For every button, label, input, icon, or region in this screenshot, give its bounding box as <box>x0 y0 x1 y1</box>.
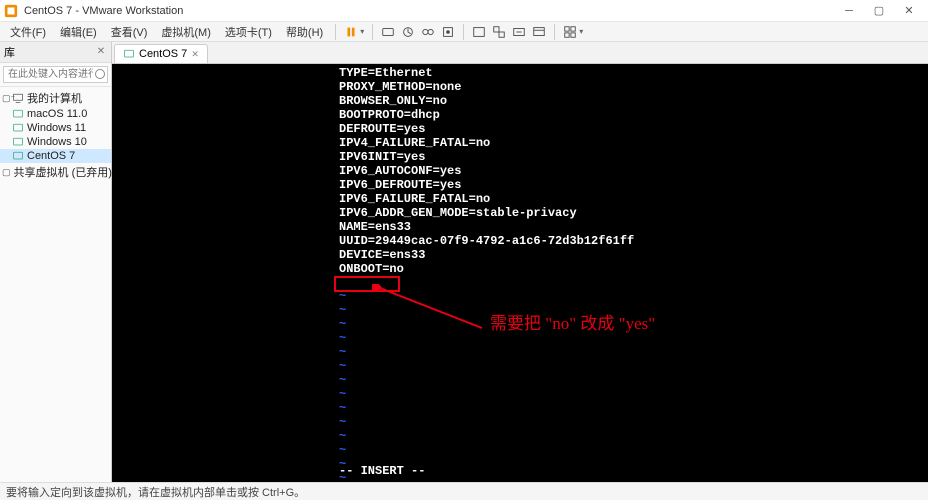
config-line: IPV6_AUTOCONF=yes <box>339 164 634 178</box>
vm-tab-icon <box>123 48 135 60</box>
thumbnail-button[interactable] <box>561 23 579 41</box>
window-title: CentOS 7 - VMware Workstation <box>24 5 834 17</box>
status-bar: 要将输入定向到该虚拟机，请在虚拟机内部单击或按 Ctrl+G。 <box>0 482 928 500</box>
tab-label: CentOS 7 <box>139 48 187 60</box>
status-text: 要将输入定向到该虚拟机，请在虚拟机内部单击或按 Ctrl+G。 <box>6 484 305 500</box>
fullscreen-button[interactable] <box>470 23 488 41</box>
menu-file[interactable]: 文件(F) <box>4 22 52 42</box>
maximize-button[interactable]: ▢ <box>864 0 894 22</box>
main-area: 库 ✕ ▢⁻ 我的计算机 macOS 11.0 Windows 11 Windo… <box>0 42 928 482</box>
tree-root-label: 我的计算机 <box>27 90 82 106</box>
send-ctrl-alt-del-button[interactable] <box>379 23 397 41</box>
vm-icon <box>12 122 24 134</box>
thumbnail-dropdown-icon[interactable]: ▾ <box>579 27 583 36</box>
sidebar-title: 库 <box>4 44 95 60</box>
vm-label: CentOS 7 <box>27 150 75 162</box>
config-line: IPV4_FAILURE_FATAL=no <box>339 136 634 150</box>
title-bar: CentOS 7 - VMware Workstation ─ ▢ ✕ <box>0 0 928 22</box>
config-line: NAME=ens33 <box>339 220 634 234</box>
toolbar-separator <box>335 24 336 40</box>
config-line: IPV6_ADDR_GEN_MODE=stable-privacy <box>339 206 634 220</box>
vi-mode-indicator: -- INSERT -- <box>339 464 425 478</box>
config-line: DEVICE=ens33 <box>339 248 634 262</box>
vm-icon <box>12 136 24 148</box>
content-area: CentOS 7 ✕ TYPE=Ethernet PROXY_METHOD=no… <box>112 42 928 482</box>
config-line: UUID=29449cac-07f9-4792-a1c6-72d3b12f61f… <box>339 234 634 248</box>
vm-label: Windows 11 <box>27 122 86 134</box>
vm-item-win10[interactable]: Windows 10 <box>0 135 111 149</box>
config-line: TYPE=Ethernet <box>339 66 634 80</box>
vm-item-macos[interactable]: macOS 11.0 <box>0 107 111 121</box>
console-view-button[interactable] <box>530 23 548 41</box>
computer-icon <box>12 92 24 104</box>
annotation-highlight-box <box>334 276 400 292</box>
vm-icon <box>12 108 24 120</box>
config-line: BROWSER_ONLY=no <box>339 94 634 108</box>
pause-button[interactable] <box>342 23 360 41</box>
tab-bar: CentOS 7 ✕ <box>112 42 928 64</box>
menu-vm[interactable]: 虚拟机(M) <box>155 22 217 42</box>
toolbar-separator <box>372 24 373 40</box>
annotation-text: 需要把 "no" 改成 "yes" <box>490 317 655 331</box>
menu-bar: 文件(F) 编辑(E) 查看(V) 虚拟机(M) 选项卡(T) 帮助(H) ▾ … <box>0 22 928 42</box>
sidebar-close-icon[interactable]: ✕ <box>95 46 107 58</box>
search-input[interactable] <box>3 66 108 83</box>
terminal-content: TYPE=Ethernet PROXY_METHOD=none BROWSER_… <box>339 66 634 276</box>
menu-tabs[interactable]: 选项卡(T) <box>219 22 278 42</box>
tree-shared-label: 共享虚拟机 (已弃用) <box>14 164 112 180</box>
library-sidebar: 库 ✕ ▢⁻ 我的计算机 macOS 11.0 Windows 11 Windo… <box>0 42 112 482</box>
config-line: DEFROUTE=yes <box>339 122 634 136</box>
snapshot-button[interactable] <box>399 23 417 41</box>
sidebar-search <box>0 63 111 87</box>
vm-label: Windows 10 <box>27 136 87 148</box>
vm-icon <box>12 150 24 162</box>
vm-item-centos7[interactable]: CentOS 7 <box>0 149 111 163</box>
revert-snapshot-button[interactable] <box>439 23 457 41</box>
tab-close-icon[interactable]: ✕ <box>191 49 199 60</box>
config-line: ONBOOT=no <box>339 262 634 276</box>
power-dropdown-icon[interactable]: ▾ <box>360 27 364 36</box>
toolbar-separator <box>554 24 555 40</box>
sidebar-header: 库 ✕ <box>0 42 111 63</box>
config-line: IPV6_DEFROUTE=yes <box>339 178 634 192</box>
vm-label: macOS 11.0 <box>27 108 87 120</box>
unity-button[interactable] <box>490 23 508 41</box>
toolbar-separator <box>463 24 464 40</box>
vm-tree: ▢⁻ 我的计算机 macOS 11.0 Windows 11 Windows 1… <box>0 87 111 183</box>
menu-view[interactable]: 查看(V) <box>105 22 154 42</box>
tree-shared-vms[interactable]: ▢ 共享虚拟机 (已弃用) <box>0 163 111 181</box>
menu-edit[interactable]: 编辑(E) <box>54 22 103 42</box>
config-line: BOOTPROTO=dhcp <box>339 108 634 122</box>
config-line: PROXY_METHOD=none <box>339 80 634 94</box>
expand-icon[interactable]: ▢ <box>2 167 11 178</box>
tab-centos7[interactable]: CentOS 7 ✕ <box>114 44 208 63</box>
tree-root-my-computer[interactable]: ▢⁻ 我的计算机 <box>0 89 111 107</box>
close-button[interactable]: ✕ <box>894 0 924 22</box>
minimize-button[interactable]: ─ <box>834 0 864 22</box>
config-line: IPV6INIT=yes <box>339 150 634 164</box>
snapshot-manager-button[interactable] <box>419 23 437 41</box>
vm-item-win11[interactable]: Windows 11 <box>0 121 111 135</box>
menu-help[interactable]: 帮助(H) <box>280 22 329 42</box>
vi-empty-lines: ~~~~~~~~~~~~~~~~ <box>339 289 346 482</box>
collapse-icon[interactable]: ▢⁻ <box>2 93 12 104</box>
vmware-icon <box>4 4 18 18</box>
config-line: IPV6_FAILURE_FATAL=no <box>339 192 634 206</box>
stretch-button[interactable] <box>510 23 528 41</box>
vm-console[interactable]: TYPE=Ethernet PROXY_METHOD=none BROWSER_… <box>112 64 928 482</box>
